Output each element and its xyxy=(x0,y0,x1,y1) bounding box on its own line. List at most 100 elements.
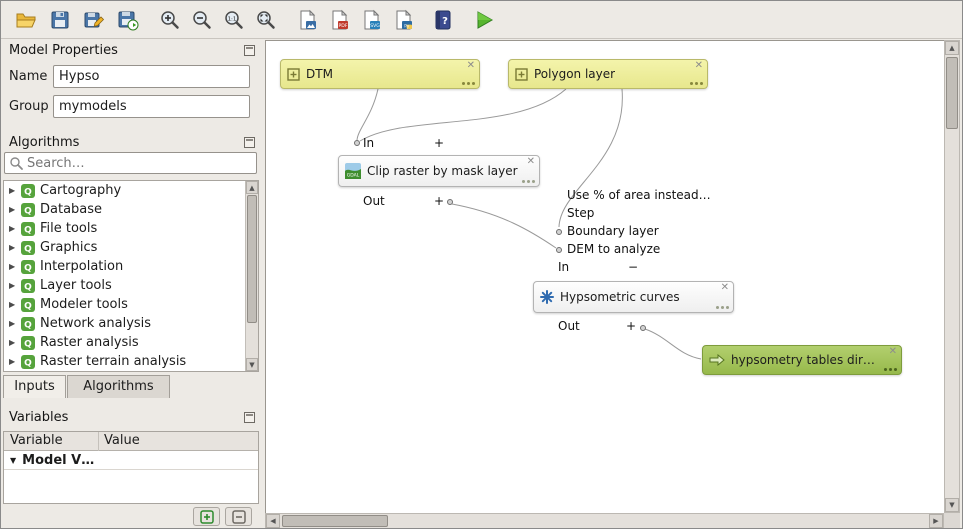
port-dot-boundary-layer[interactable] xyxy=(556,229,562,235)
scrollbar-thumb[interactable] xyxy=(282,515,388,527)
hypso-param-dem-to-analyze: DEM to analyze xyxy=(567,242,660,256)
svg-text:Q: Q xyxy=(24,187,32,197)
scroll-right-arrow[interactable]: ▶ xyxy=(929,514,943,528)
node-hypsometric-curves[interactable]: Hypsometric curves ✕ xyxy=(533,281,734,313)
scroll-up-arrow[interactable]: ▲ xyxy=(945,41,959,55)
sidebar-item-raster-analysis[interactable]: ▶QRaster analysis xyxy=(4,333,258,352)
export-as-pdf-button[interactable]: PDF xyxy=(325,5,355,35)
delete-node-icon[interactable]: ✕ xyxy=(889,347,897,357)
save-model-as-button[interactable] xyxy=(79,5,109,35)
node-menu-dots-icon[interactable] xyxy=(882,368,897,371)
zoom-in-icon xyxy=(159,9,181,31)
zoom-in-button[interactable] xyxy=(155,5,185,35)
node-menu-dots-icon[interactable] xyxy=(520,180,535,183)
zoom-out-button[interactable] xyxy=(187,5,217,35)
detach-panel-icon[interactable] xyxy=(244,412,255,423)
sidebar-item-file-tools[interactable]: ▶QFile tools xyxy=(4,219,258,238)
run-model-button[interactable] xyxy=(469,5,499,35)
model-group-input[interactable] xyxy=(53,95,250,118)
zoom-full-button[interactable] xyxy=(251,5,281,35)
sidebar-item-modeler-tools[interactable]: ▶QModeler tools xyxy=(4,295,258,314)
scroll-up-arrow[interactable]: ▲ xyxy=(246,181,258,194)
scroll-left-arrow[interactable]: ◀ xyxy=(266,514,280,528)
sidebar-item-layer-tools[interactable]: ▶QLayer tools xyxy=(4,276,258,295)
detach-panel-icon[interactable] xyxy=(244,45,255,56)
zoom-actual-size-button[interactable]: 1:1 xyxy=(219,5,249,35)
expand-arrow-icon[interactable]: ▶ xyxy=(9,181,21,200)
hypso-in-toggle[interactable]: − xyxy=(628,260,638,274)
node-clip-raster-by-mask-layer[interactable]: GDAL Clip raster by mask layer ✕ xyxy=(338,155,540,187)
collapse-arrow-icon[interactable]: ▼ xyxy=(10,456,16,465)
sidebar-item-network-analysis[interactable]: ▶QNetwork analysis xyxy=(4,314,258,333)
port-dot-clip-in[interactable] xyxy=(354,140,360,146)
tab-inputs[interactable]: Inputs xyxy=(3,375,66,398)
model-name-input[interactable] xyxy=(53,65,250,88)
clip-in-label: In xyxy=(363,136,374,150)
save-model-button[interactable] xyxy=(45,5,75,35)
edit-model-help-button[interactable]: ? xyxy=(429,5,459,35)
toolbar: 1:1 PDF SVG Py ? xyxy=(1,1,962,39)
scroll-down-arrow[interactable]: ▼ xyxy=(246,358,258,371)
sidebar-item-graphics[interactable]: ▶QGraphics xyxy=(4,238,258,257)
expand-arrow-icon[interactable]: ▶ xyxy=(9,219,21,238)
expand-arrow-icon[interactable]: ▶ xyxy=(9,238,21,257)
port-dot-clip-out[interactable] xyxy=(447,199,453,205)
sidebar-item-database[interactable]: ▶QDatabase xyxy=(4,200,258,219)
scroll-down-arrow[interactable]: ▼ xyxy=(945,498,959,512)
tab-algorithms[interactable]: Algorithms xyxy=(67,375,170,398)
add-icon xyxy=(200,510,214,524)
node-input-polygon-layer[interactable]: Polygon layer ✕ xyxy=(508,59,708,89)
expand-arrow-icon[interactable]: ▶ xyxy=(9,295,21,314)
expand-arrow-icon[interactable]: ▶ xyxy=(9,352,21,371)
expand-arrow-icon[interactable]: ▶ xyxy=(9,257,21,276)
export-as-python-script-button[interactable]: Py xyxy=(389,5,419,35)
sidebar-item-interpolation[interactable]: ▶QInterpolation xyxy=(4,257,258,276)
variables-title: Variables xyxy=(9,410,68,426)
model-canvas[interactable]: DTM ✕ Polygon layer ✕ In + GDAL Clip ras… xyxy=(265,40,944,513)
sidebar-item-cartography[interactable]: ▶QCartography xyxy=(4,181,258,200)
column-variable: Variable xyxy=(10,433,63,448)
provider-q-icon: Q xyxy=(21,298,35,312)
node-input-dtm[interactable]: DTM ✕ xyxy=(280,59,480,89)
delete-node-icon[interactable]: ✕ xyxy=(695,61,703,71)
search-input[interactable] xyxy=(27,154,252,172)
delete-node-icon[interactable]: ✕ xyxy=(527,157,535,167)
delete-node-icon[interactable]: ✕ xyxy=(467,61,475,71)
node-menu-dots-icon[interactable] xyxy=(688,82,703,85)
hypso-param-step: Step xyxy=(567,206,594,220)
hypso-in-label: In xyxy=(558,260,569,274)
detach-panel-icon[interactable] xyxy=(244,137,255,148)
scrollbar-thumb[interactable] xyxy=(946,57,958,129)
provider-q-icon: Q xyxy=(21,336,35,350)
remove-variable-button[interactable] xyxy=(225,507,252,526)
port-dot-dem-to-analyze[interactable] xyxy=(556,247,562,253)
clip-out-toggle[interactable]: + xyxy=(434,194,444,208)
export-as-image-button[interactable] xyxy=(293,5,323,35)
export-as-svg-button[interactable]: SVG xyxy=(357,5,387,35)
provider-q-icon: Q xyxy=(21,203,35,217)
node-menu-dots-icon[interactable] xyxy=(714,306,729,309)
expand-arrow-icon[interactable]: ▶ xyxy=(9,333,21,352)
variables-group-row[interactable]: ▼ Model V… xyxy=(4,451,258,470)
save-model-in-project-button[interactable] xyxy=(113,5,143,35)
clip-in-toggle[interactable]: + xyxy=(434,136,444,150)
expand-arrow-icon[interactable]: ▶ xyxy=(9,276,21,295)
node-menu-dots-icon[interactable] xyxy=(460,82,475,85)
hypso-out-toggle[interactable]: + xyxy=(626,319,636,333)
clip-out-label: Out xyxy=(363,194,385,208)
svg-text:Q: Q xyxy=(24,206,32,216)
scrollbar-thumb[interactable] xyxy=(247,195,257,323)
svg-text:SVG: SVG xyxy=(370,23,380,29)
open-model-button[interactable] xyxy=(11,5,41,35)
provider-q-icon: Q xyxy=(21,184,35,198)
sidebar-item-raster-terrain-analysis[interactable]: ▶QRaster terrain analysis xyxy=(4,352,258,371)
remove-icon xyxy=(232,510,246,524)
port-dot-hypso-out[interactable] xyxy=(640,325,646,331)
add-variable-button[interactable] xyxy=(193,507,220,526)
node-output-hypsometry-tables-dir[interactable]: hypsometry tables dir… ✕ xyxy=(702,345,902,375)
expand-arrow-icon[interactable]: ▶ xyxy=(9,314,21,333)
name-label: Name xyxy=(9,69,47,87)
expand-arrow-icon[interactable]: ▶ xyxy=(9,200,21,219)
delete-node-icon[interactable]: ✕ xyxy=(721,283,729,293)
svg-text:Q: Q xyxy=(24,301,32,311)
